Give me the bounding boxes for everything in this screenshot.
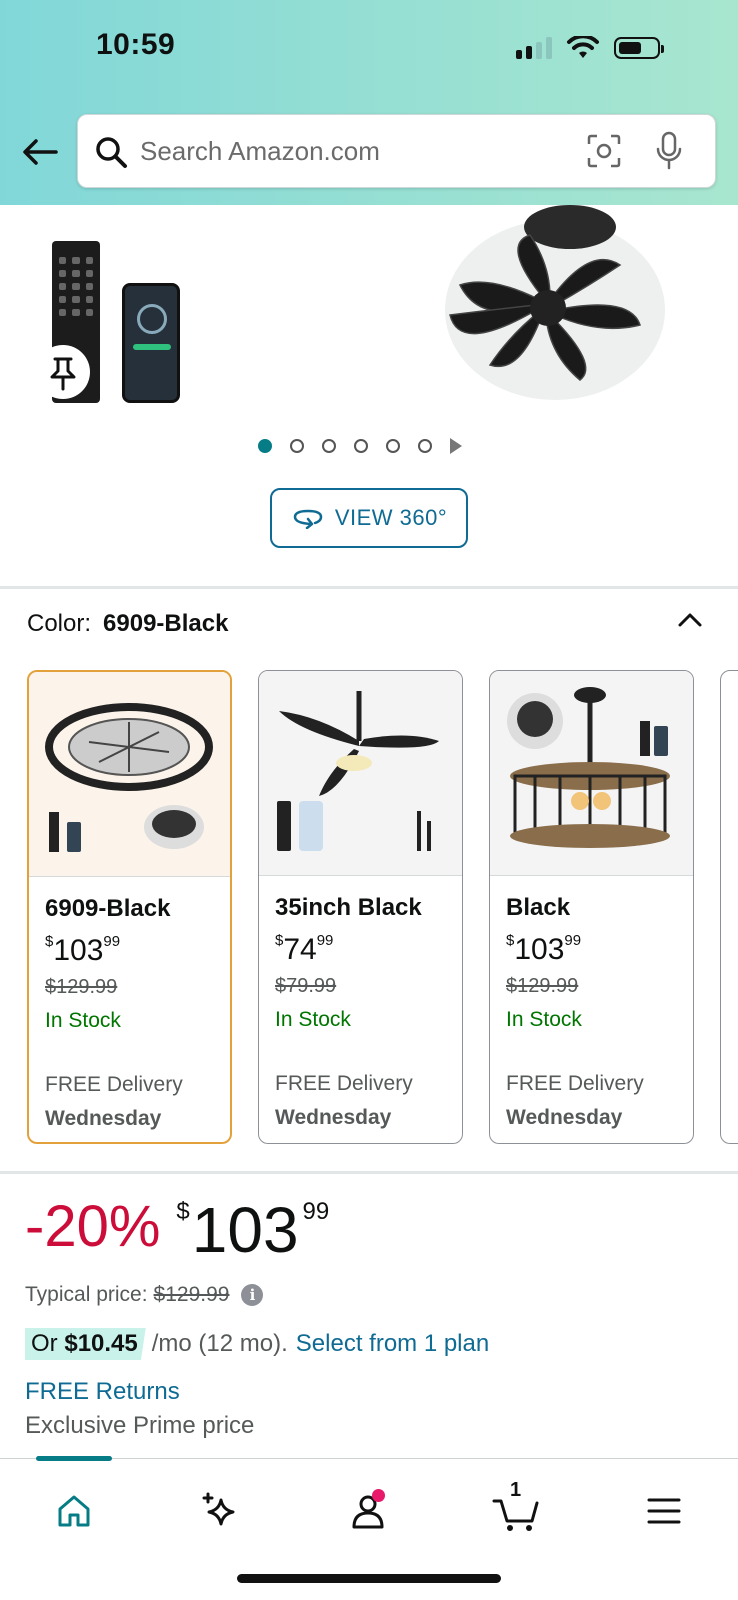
cart-count: 1 — [510, 1479, 522, 1501]
pagination-dot[interactable] — [322, 439, 336, 453]
nav-cart[interactable]: 1 — [486, 1479, 546, 1541]
sparkle-icon — [202, 1492, 235, 1526]
current-price: $103 99 — [176, 1194, 330, 1266]
color-selector-header: Color: 6909-Black — [27, 610, 228, 638]
hamburger-menu-icon — [647, 1498, 681, 1524]
home-indicator — [237, 1574, 501, 1583]
typical-price-value: $129.99 — [153, 1283, 230, 1306]
back-button[interactable] — [20, 132, 60, 172]
color-label: Color: — [27, 610, 92, 637]
cellular-signal-icon — [516, 37, 552, 59]
pagination-dot[interactable] — [354, 439, 368, 453]
pin-icon — [50, 357, 76, 391]
variant-stock-status: In Stock — [506, 1008, 582, 1031]
ceiling-fan-image — [445, 205, 665, 400]
microphone-icon[interactable] — [654, 131, 684, 171]
variant-price: $10399 — [506, 932, 582, 966]
discount-percent: -20% — [25, 1194, 161, 1259]
search-bar[interactable] — [77, 114, 716, 188]
status-icons — [516, 36, 664, 60]
variant-card-6909-black[interactable]: 6909-Black $10399 $129.99 In Stock FREE … — [27, 670, 232, 1144]
variant-stock-status: In Stock — [45, 1009, 121, 1032]
variant-list-price: $129.99 — [45, 976, 118, 998]
view-360-button[interactable]: VIEW 360° — [270, 488, 468, 548]
variant-card-35inch-black[interactable]: 35inch Black $7499 $79.99 In Stock FREE … — [258, 670, 463, 1144]
variant-delivery: FREE Delivery — [275, 1072, 413, 1095]
variant-list-price: $79.99 — [275, 975, 337, 997]
variant-name: 6909-Black — [45, 895, 171, 922]
free-returns-link[interactable]: FREE Returns — [25, 1378, 180, 1406]
view-360-label: VIEW 360° — [334, 505, 448, 530]
search-input[interactable] — [140, 129, 600, 173]
back-arrow-icon — [23, 139, 58, 165]
gallery-pagination[interactable] — [258, 438, 462, 454]
variant-card-partial[interactable] — [720, 670, 738, 1144]
pagination-dot[interactable] — [290, 439, 304, 453]
typical-price-label: Typical price: — [25, 1283, 148, 1306]
variant-name: 35inch Black — [275, 894, 422, 921]
variant-thumbnail — [259, 671, 462, 876]
info-icon[interactable]: i — [241, 1284, 264, 1306]
variant-delivery-day: Wednesday — [45, 1107, 162, 1130]
app-header: 10:59 — [0, 0, 738, 205]
status-time: 10:59 — [96, 28, 176, 61]
variant-delivery-day: Wednesday — [275, 1106, 392, 1129]
pagination-dot[interactable] — [386, 439, 400, 453]
variant-thumbnail — [29, 672, 230, 877]
variant-card-black[interactable]: Black $10399 $129.99 In Stock FREE Deliv… — [489, 670, 694, 1144]
variant-stock-status: In Stock — [275, 1008, 351, 1031]
nav-rufus[interactable] — [190, 1481, 250, 1541]
section-divider — [0, 586, 738, 589]
active-tab-indicator — [36, 1456, 112, 1461]
variant-list-price: $129.99 — [506, 975, 579, 997]
notification-dot — [372, 1489, 385, 1502]
installment-term: /mo (12 mo). — [151, 1330, 288, 1357]
installment-amount: Or $10.45 — [25, 1328, 146, 1360]
product-image-gallery[interactable]: VIEW 360° — [0, 205, 738, 575]
video-play-icon[interactable] — [450, 438, 462, 454]
selected-color: 6909-Black — [103, 610, 229, 637]
nav-menu[interactable] — [634, 1481, 694, 1541]
search-icon — [96, 137, 127, 168]
variant-delivery: FREE Delivery — [45, 1073, 183, 1096]
pin-button[interactable] — [36, 345, 90, 399]
variant-thumbnail — [490, 671, 693, 876]
typical-price-row: Typical price: $129.99 i — [25, 1283, 264, 1307]
nav-account[interactable] — [338, 1481, 398, 1541]
price-block: -20% $103 99 — [25, 1194, 330, 1266]
pagination-dot[interactable] — [418, 439, 432, 453]
battery-icon — [614, 37, 664, 59]
phone-app-image — [122, 283, 180, 403]
chevron-up-icon[interactable] — [676, 606, 704, 634]
section-divider — [0, 1171, 738, 1174]
variant-name: Black — [506, 894, 571, 921]
color-variant-carousel[interactable]: 6909-Black $10399 $129.99 In Stock FREE … — [27, 670, 738, 1145]
variant-price: $7499 — [275, 932, 334, 966]
variant-delivery-day: Wednesday — [506, 1106, 623, 1129]
wifi-icon — [567, 36, 599, 58]
installment-row: Or $10.45 /mo (12 mo). Select from 1 pla… — [25, 1328, 489, 1360]
variant-delivery: FREE Delivery — [506, 1072, 644, 1095]
select-plan-link[interactable]: Select from 1 plan — [296, 1330, 489, 1358]
camera-search-icon[interactable] — [586, 133, 622, 169]
home-icon — [58, 1495, 90, 1527]
nav-home[interactable] — [44, 1481, 104, 1541]
pagination-dot[interactable] — [258, 439, 272, 453]
rotate-360-icon — [293, 509, 323, 529]
prime-price-label: Exclusive Prime price — [25, 1412, 255, 1439]
variant-price: $10399 — [45, 933, 121, 967]
